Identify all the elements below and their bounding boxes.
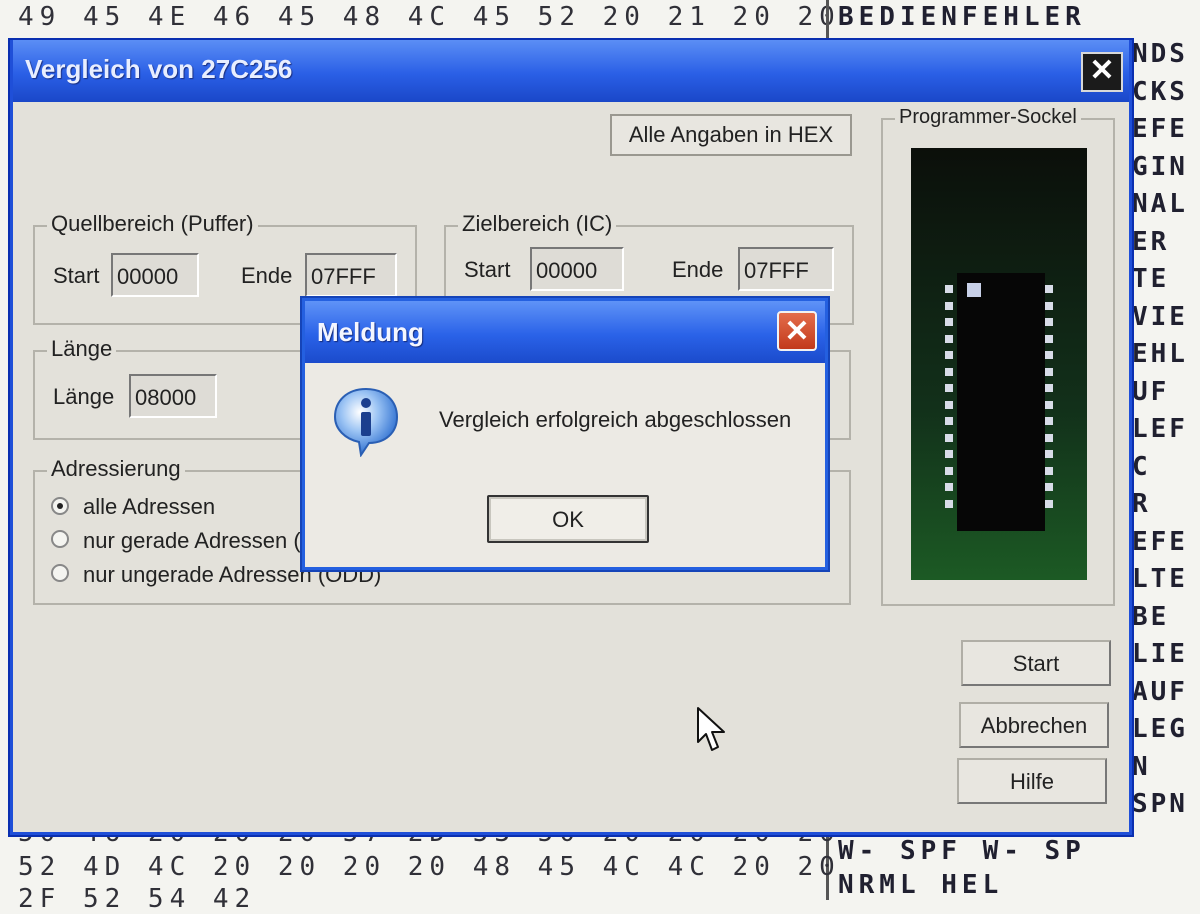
source-end-input[interactable]: 07FFF <box>305 253 397 297</box>
socket-pin <box>945 483 953 491</box>
ascii-fragment: LEF <box>1132 414 1188 444</box>
ascii-row-bottom-1: W- SPF W- SP <box>838 836 1086 866</box>
mouse-cursor-icon <box>697 707 725 751</box>
ascii-fragment: NDS <box>1132 39 1188 69</box>
source-start-input[interactable]: 00000 <box>111 253 199 297</box>
compare-dialog-title: Vergleich von 27C256 <box>25 54 293 84</box>
radio-button[interactable] <box>51 530 69 548</box>
socket-pin <box>1045 483 1053 491</box>
compare-dialog-titlebar[interactable]: Vergleich von 27C256 ✕ <box>13 40 1129 102</box>
source-start-label: Start <box>53 263 100 288</box>
programmer-socket-panel: Programmer-Sockel <box>881 106 1115 606</box>
socket-pin <box>1045 367 1053 376</box>
ascii-fragment: BE <box>1132 601 1170 632</box>
socket-pin <box>1045 450 1053 458</box>
hex-row-bottom-3: 2F 52 54 42 <box>18 884 257 914</box>
ok-button[interactable]: OK <box>487 495 649 543</box>
socket-pin <box>945 334 953 343</box>
socket-pin <box>1045 433 1053 442</box>
socket-pin <box>945 499 953 508</box>
ascii-fragment: TE <box>1132 264 1170 294</box>
ascii-fragment: ER <box>1132 226 1170 257</box>
ascii-fragment: C <box>1132 451 1151 482</box>
socket-pin <box>1045 318 1053 326</box>
hex-note-label: Alle Angaben in HEX <box>610 114 852 156</box>
programmer-socket-title: Programmer-Sockel <box>895 106 1081 129</box>
socket-pin <box>945 466 953 475</box>
radio-button-selected[interactable] <box>51 497 69 515</box>
radio-label: alle Adressen <box>83 494 216 519</box>
socket-pin <box>1045 499 1053 508</box>
start-button[interactable]: Start <box>961 640 1111 686</box>
addressing-legend: Adressierung <box>47 456 185 482</box>
pin-1-marker <box>967 283 981 297</box>
ascii-right-column: NDS CKS EFE GIN NAL ER TE VIE EHL UF LEF… <box>1132 36 1200 824</box>
length-label: Länge <box>53 384 115 409</box>
socket-pin <box>945 285 953 293</box>
ascii-fragment: EFE <box>1132 114 1188 144</box>
length-input[interactable]: 08000 <box>129 374 217 418</box>
source-range-legend: Quellbereich (Puffer) <box>47 211 258 237</box>
hex-row-bottom-2: 52 4D 4C 20 20 20 20 48 45 4C 4C 20 20 <box>18 852 841 882</box>
socket-pin <box>945 318 953 326</box>
ascii-fragment: CKS <box>1132 76 1188 107</box>
target-end-label: Ende <box>672 257 724 282</box>
socket-pin <box>1045 334 1053 343</box>
radio-button[interactable] <box>51 564 69 582</box>
ascii-fragment: N <box>1132 751 1151 782</box>
message-box-titlebar[interactable]: Meldung ✕ <box>305 301 825 363</box>
socket-pin <box>1045 301 1053 310</box>
ascii-fragment: SPN <box>1132 789 1188 819</box>
socket-pin <box>945 400 953 409</box>
socket-pin <box>945 417 953 425</box>
ascii-fragment: AUF <box>1132 676 1188 707</box>
socket-pin <box>1045 400 1053 409</box>
ascii-fragment: EHL <box>1132 339 1188 369</box>
compare-dialog-close-button[interactable]: ✕ <box>1081 52 1123 92</box>
socket-pin <box>945 384 953 392</box>
target-end-input[interactable]: 07FFF <box>738 247 834 291</box>
close-icon: ✕ <box>784 315 810 348</box>
ascii-fragment: LTE <box>1132 564 1188 594</box>
hex-row-top: 49 45 4E 46 45 48 4C 45 52 20 21 20 20 <box>18 2 841 32</box>
target-range-legend: Zielbereich (IC) <box>458 211 617 237</box>
ascii-fragment: EFE <box>1132 526 1188 557</box>
help-button[interactable]: Hilfe <box>957 758 1107 804</box>
socket-pin <box>1045 384 1053 392</box>
socket-pin <box>1045 466 1053 475</box>
socket-pin <box>945 433 953 442</box>
message-box: Meldung ✕ Vergleich erfolgreich abgeschl… <box>302 298 828 570</box>
socket-pin <box>1045 417 1053 425</box>
socket-graphic <box>911 148 1087 580</box>
socket-pin <box>1045 351 1053 359</box>
ascii-fragment: LIE <box>1132 639 1188 669</box>
ascii-fragment: NAL <box>1132 189 1188 219</box>
socket-pin <box>945 301 953 310</box>
socket-pin <box>945 351 953 359</box>
ascii-fragment: VIE <box>1132 301 1188 332</box>
message-text: Vergleich erfolgreich abgeschlossen <box>439 407 792 432</box>
close-icon: ✕ <box>1089 54 1115 87</box>
cancel-button[interactable]: Abbrechen <box>959 702 1109 748</box>
socket-pin <box>945 367 953 376</box>
message-box-title: Meldung <box>317 317 424 347</box>
source-end-label: Ende <box>241 263 293 288</box>
target-start-input[interactable]: 00000 <box>530 247 624 291</box>
target-start-label: Start <box>464 257 511 282</box>
message-box-close-button[interactable]: ✕ <box>777 311 817 351</box>
ascii-fragment: UF <box>1132 376 1170 407</box>
socket-pin <box>1045 285 1053 293</box>
ascii-fragment: R <box>1132 489 1151 519</box>
ascii-row-bottom-2: NRML HEL <box>838 870 1004 900</box>
ascii-fragment: GIN <box>1132 151 1188 182</box>
info-icon <box>333 387 399 457</box>
ascii-row-top: BEDIENFEHLER <box>838 2 1086 32</box>
length-legend: Länge <box>47 336 117 362</box>
chip-graphic <box>957 273 1045 531</box>
socket-pin <box>945 450 953 458</box>
ascii-fragment: LEG <box>1132 714 1188 744</box>
